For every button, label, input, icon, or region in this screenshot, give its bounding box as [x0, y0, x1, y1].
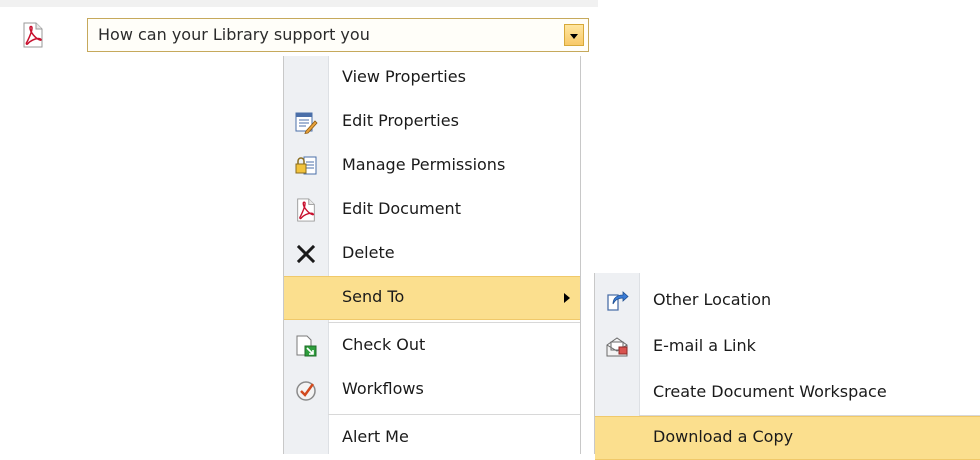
menu-item-label: E-mail a Link	[653, 336, 756, 355]
menu-item-label: Other Location	[653, 290, 772, 309]
menu-item-label: Send To	[342, 287, 405, 306]
submenu-item-download-a-copy[interactable]: Download a Copy	[595, 416, 980, 460]
submenu-item-other-location[interactable]: Other Location	[595, 279, 980, 323]
send-to-submenu: Other Location E-mail a Link Create Docu…	[594, 273, 980, 460]
email-link-icon	[605, 335, 629, 359]
menu-item-label: Edit Document	[342, 199, 461, 218]
pdf-icon[interactable]	[22, 22, 44, 48]
menu-separator	[328, 322, 580, 323]
menu-item-label: Workflows	[342, 379, 424, 398]
menu-item-alert-me[interactable]: Alert Me	[284, 416, 580, 460]
menu-item-label: Create Document Workspace	[653, 382, 887, 401]
menu-item-label: Alert Me	[342, 427, 409, 446]
menu-item-manage-permissions[interactable]: Manage Permissions	[284, 144, 580, 188]
menu-item-send-to[interactable]: Send To	[284, 276, 580, 320]
pdf-icon	[294, 198, 318, 222]
context-menu: View Properties Edit Properties Manage P…	[283, 56, 581, 454]
menu-item-label: Delete	[342, 243, 395, 262]
document-title-field[interactable]: How can your Library support you	[87, 18, 589, 52]
menu-item-label: Edit Properties	[342, 111, 459, 130]
menu-item-edit-document[interactable]: Edit Document	[284, 188, 580, 232]
edit-properties-icon	[294, 110, 318, 135]
workflows-icon	[294, 378, 318, 402]
header-divider	[0, 0, 598, 7]
submenu-item-create-document-workspace[interactable]: Create Document Workspace	[595, 371, 980, 415]
delete-x-icon	[294, 242, 318, 266]
menu-item-check-out[interactable]: Check Out	[284, 324, 580, 368]
menu-item-label: View Properties	[342, 67, 466, 86]
menu-item-edit-properties[interactable]: Edit Properties	[284, 100, 580, 144]
other-location-icon	[605, 289, 629, 313]
submenu-arrow-icon	[564, 293, 570, 303]
menu-item-label: Manage Permissions	[342, 155, 506, 174]
check-out-icon	[294, 334, 318, 358]
menu-item-view-properties[interactable]: View Properties	[284, 56, 580, 100]
menu-separator	[328, 414, 580, 415]
menu-item-label: Download a Copy	[653, 427, 794, 446]
menu-item-workflows[interactable]: Workflows	[284, 368, 580, 412]
submenu-item-email-link[interactable]: E-mail a Link	[595, 325, 980, 369]
menu-item-delete[interactable]: Delete	[284, 232, 580, 276]
dropdown-arrow-button[interactable]	[564, 24, 584, 46]
document-title[interactable]: How can your Library support you	[98, 25, 370, 44]
menu-item-label: Check Out	[342, 335, 426, 354]
manage-permissions-icon	[294, 154, 318, 178]
